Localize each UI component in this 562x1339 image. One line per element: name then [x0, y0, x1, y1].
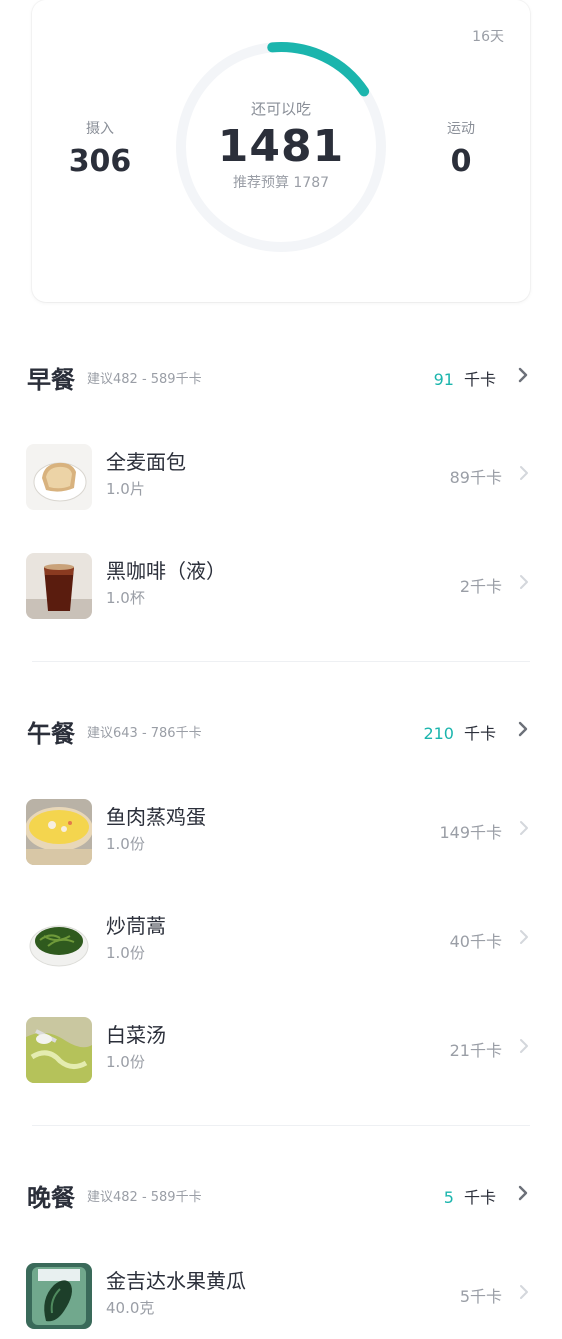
meal-title: 晚餐 — [27, 1184, 75, 1212]
chevron-right-icon — [518, 1185, 528, 1201]
food-quantity: 1.0杯 — [106, 589, 145, 607]
food-name: 全麦面包 — [106, 450, 186, 474]
days-label: 16天 — [472, 29, 504, 45]
food-name: 白菜汤 — [106, 1023, 166, 1047]
food-kcal: 2千卡 — [459, 577, 502, 596]
meal-suggestion: 建议643 - 786千卡 — [87, 726, 202, 741]
food-name: 金吉达水果黄瓜 — [106, 1269, 246, 1293]
meal-kcal: 210 千卡 — [423, 720, 496, 744]
meal-kcal-unit: 千卡 — [463, 370, 496, 389]
food-kcal: 89千卡 — [449, 468, 502, 487]
food-name: 炒茼蒿 — [106, 914, 166, 938]
exercise-label: 运动 — [447, 121, 475, 137]
intake-value: 306 — [68, 144, 132, 179]
food-item[interactable]: 白菜汤 1.0份 21千卡 — [26, 1015, 532, 1085]
meal-header-breakfast[interactable]: 早餐 建议482 - 589千卡 91 千卡 — [27, 358, 532, 398]
food-item[interactable]: 炒茼蒿 1.0份 40千卡 — [26, 906, 532, 976]
meal-header-lunch[interactable]: 午餐 建议643 - 786千卡 210 千卡 — [27, 712, 532, 752]
meal-kcal-value: 5 — [443, 1188, 454, 1207]
greens-icon — [26, 908, 92, 974]
chevron-right-icon — [520, 821, 528, 835]
meal-suggestion: 建议482 - 589千卡 — [87, 1190, 202, 1205]
meal-kcal: 5 千卡 — [444, 1184, 496, 1208]
soup-icon — [26, 1017, 92, 1083]
recommended-budget: 推荐预算 1787 — [232, 175, 330, 191]
food-item[interactable]: 全麦面包 1.0片 89千卡 — [26, 442, 532, 512]
meal-kcal-unit: 千卡 — [463, 1188, 496, 1207]
exercise-value: 0 — [450, 144, 472, 179]
chevron-right-icon — [520, 466, 528, 480]
chevron-right-icon — [520, 575, 528, 589]
remaining-display: 还可以吃 1481 推荐预算 1787 — [174, 40, 388, 254]
coffee-icon — [26, 553, 92, 619]
meal-kcal: 91 千卡 — [434, 366, 496, 390]
food-item[interactable]: 黑咖啡（液） 1.0杯 2千卡 — [26, 551, 532, 621]
meal-kcal-value: 210 — [423, 724, 454, 743]
steamed-egg-icon — [26, 799, 92, 865]
calorie-summary-card[interactable]: 16天 摄入 306 还可以吃 1481 推荐预算 1787 运动 0 — [32, 0, 530, 302]
meal-title: 早餐 — [27, 366, 75, 394]
food-item[interactable]: 金吉达水果黄瓜 40.0克 5千卡 — [26, 1261, 532, 1331]
chevron-right-icon — [520, 930, 528, 944]
section-divider — [32, 1125, 530, 1126]
meal-kcal-unit: 千卡 — [463, 724, 496, 743]
intake-stat: 摄入 306 — [50, 118, 150, 179]
food-name: 鱼肉蒸鸡蛋 — [106, 805, 206, 829]
bread-icon — [26, 444, 92, 510]
food-item[interactable]: 鱼肉蒸鸡蛋 1.0份 149千卡 — [26, 797, 532, 867]
chevron-right-icon — [518, 721, 528, 737]
can-eat-label: 还可以吃 — [250, 100, 311, 118]
section-divider — [32, 661, 530, 662]
chevron-right-icon — [518, 367, 528, 383]
meal-suggestion: 建议482 - 589千卡 — [87, 372, 202, 387]
food-name: 黑咖啡（液） — [106, 559, 226, 583]
meal-header-dinner[interactable]: 晚餐 建议482 - 589千卡 5 千卡 — [27, 1176, 532, 1216]
food-kcal: 149千卡 — [439, 823, 502, 842]
food-kcal: 21千卡 — [449, 1041, 502, 1060]
food-kcal: 40千卡 — [449, 932, 502, 951]
food-quantity: 1.0份 — [106, 944, 145, 962]
food-quantity: 1.0片 — [106, 480, 145, 498]
meal-kcal-value: 91 — [433, 370, 454, 389]
food-quantity: 1.0份 — [106, 1053, 145, 1071]
chevron-right-icon — [520, 1039, 528, 1053]
food-quantity: 1.0份 — [106, 835, 145, 853]
food-kcal: 5千卡 — [459, 1287, 502, 1306]
remaining-calories: 1481 — [217, 121, 345, 172]
exercise-stat: 运动 0 — [411, 118, 511, 179]
food-quantity: 40.0克 — [106, 1299, 155, 1317]
intake-label: 摄入 — [86, 121, 114, 137]
meal-title: 午餐 — [27, 720, 75, 748]
chevron-right-icon — [520, 1285, 528, 1299]
cucumber-icon — [26, 1263, 92, 1329]
